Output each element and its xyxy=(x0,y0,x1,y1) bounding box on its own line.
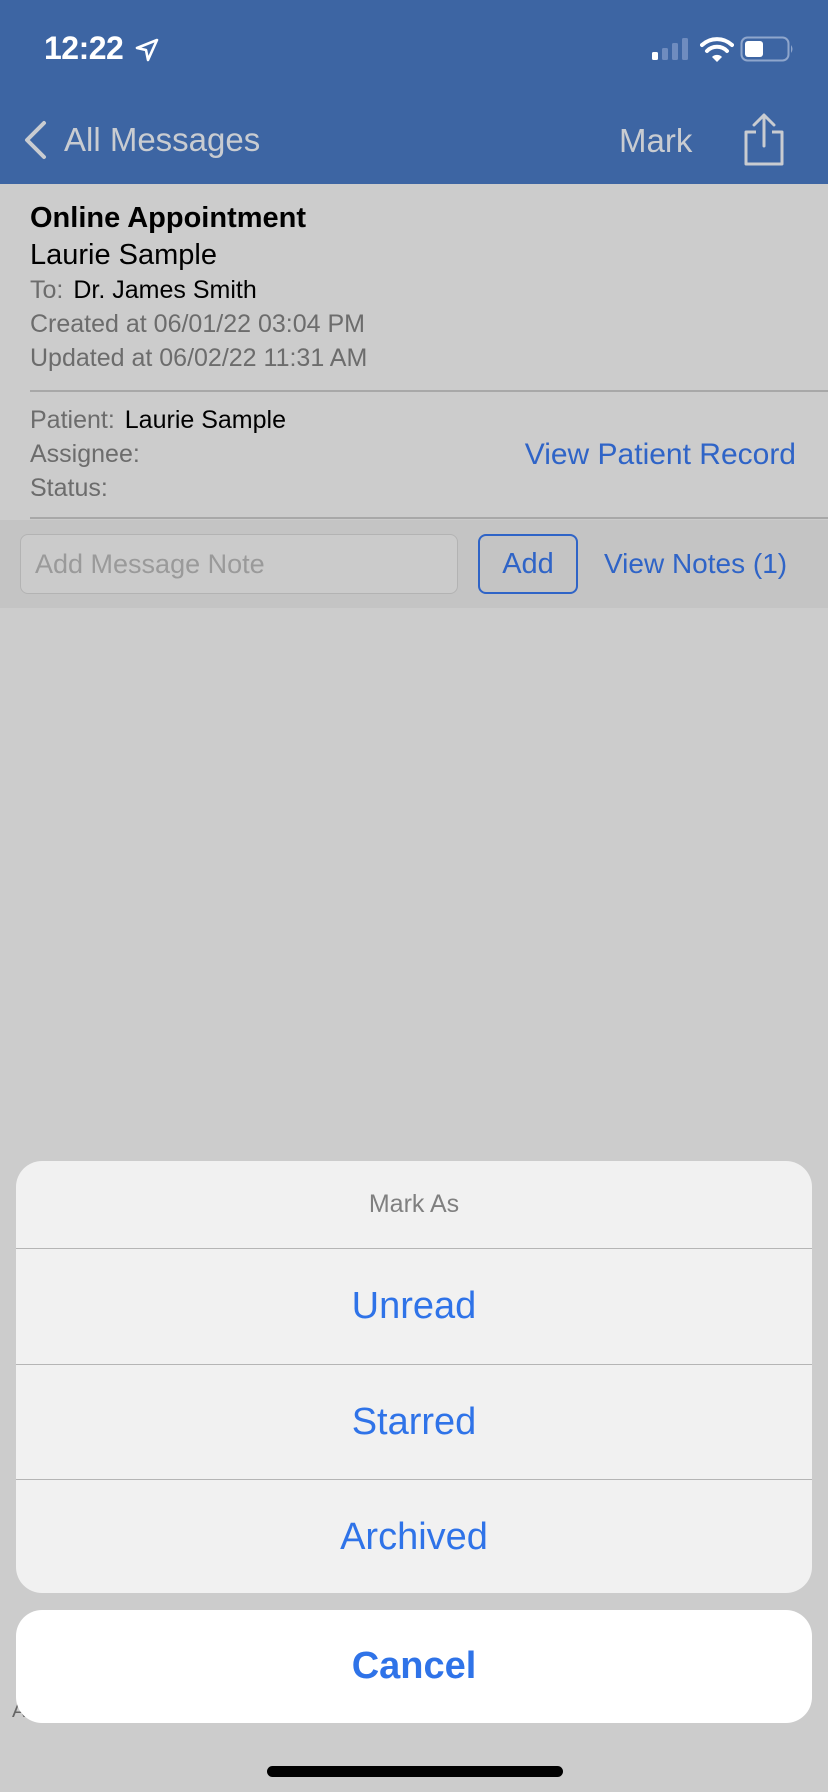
share-icon[interactable] xyxy=(740,112,788,168)
status-row: Status: xyxy=(30,474,118,503)
mark-starred-option[interactable]: Starred xyxy=(16,1364,812,1479)
cancel-button[interactable]: Cancel xyxy=(16,1610,812,1723)
patient-label: Patient: xyxy=(30,406,115,434)
to-value: Dr. James Smith xyxy=(73,276,257,304)
nav-bar: All Messages Mark xyxy=(0,100,828,184)
message-note-input[interactable] xyxy=(20,534,458,594)
battery-icon xyxy=(740,36,793,62)
mark-unread-option[interactable]: Unread xyxy=(16,1249,812,1364)
location-arrow-icon xyxy=(135,38,159,62)
action-sheet-title: Mark As xyxy=(16,1161,812,1249)
status-label: Status: xyxy=(30,474,108,502)
note-bar: Add View Notes (1) xyxy=(0,520,828,608)
patient-row: Patient: Laurie Sample xyxy=(30,406,286,435)
status-bar: 12:22 xyxy=(0,0,828,100)
header: 12:22 All Messages Mark xyxy=(0,0,828,184)
mark-button[interactable]: Mark xyxy=(619,122,692,160)
mark-archived-option[interactable]: Archived xyxy=(16,1479,812,1593)
assignee-row: Assignee: xyxy=(30,440,150,469)
wifi-icon xyxy=(700,37,734,62)
to-label: To: xyxy=(30,276,64,304)
add-note-button[interactable]: Add xyxy=(478,534,578,594)
cellular-signal-icon xyxy=(652,38,688,60)
status-time: 12:22 xyxy=(44,30,124,66)
created-timestamp: Created at 06/01/22 03:04 PM xyxy=(30,310,365,338)
updated-timestamp: Updated at 06/02/22 11:31 AM xyxy=(30,344,368,372)
mark-as-action-sheet: Mark As Unread Starred Archived xyxy=(16,1161,812,1593)
back-label: All Messages xyxy=(64,121,261,158)
message-subject: Online Appointment xyxy=(30,202,307,234)
chevron-left-icon xyxy=(25,121,46,159)
patient-value: Laurie Sample xyxy=(124,406,286,434)
back-button[interactable]: All Messages xyxy=(22,116,260,164)
divider xyxy=(30,517,828,519)
home-indicator[interactable] xyxy=(267,1766,563,1777)
to-row: To: Dr. James Smith xyxy=(30,276,257,305)
assignee-label: Assignee: xyxy=(30,440,140,468)
view-notes-link[interactable]: View Notes (1) xyxy=(604,548,787,580)
view-patient-record-link[interactable]: View Patient Record xyxy=(525,438,796,472)
divider xyxy=(30,390,828,392)
message-sender: Laurie Sample xyxy=(30,239,217,271)
